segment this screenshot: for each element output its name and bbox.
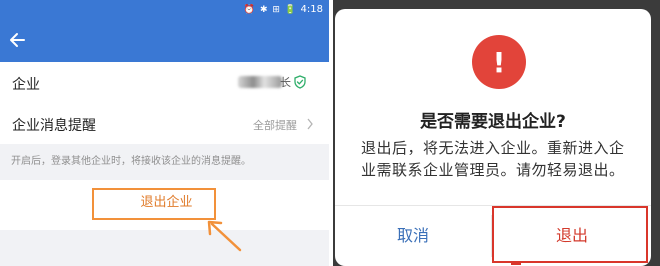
arrow-left-icon[interactable]: [8, 30, 28, 50]
left-phone-screen: ⏰ ✱ ⊞ 🔋 4:18 企业 长 企业消息提醒 全部提醒 开启后，登录其他企业…: [0, 0, 333, 266]
right-phone-screen: ! 是否需要退出企业? 退出后，将无法进入企业。重新进入企业需联系企业管理员。请…: [333, 0, 660, 266]
status-icons: ⏰ ✱ ⊞ 🔋: [243, 5, 297, 15]
blurred-enterprise-name: [238, 76, 282, 88]
status-time: 4:18: [300, 4, 323, 15]
dialog-title: 是否需要退出企业?: [420, 112, 566, 132]
reminder-hint: 开启后，登录其他企业时，将接收该企业的消息提醒。: [11, 156, 251, 167]
exclamation-icon: !: [472, 35, 526, 89]
chevron-right-icon: [307, 118, 313, 130]
message-reminder-row[interactable]: 企业消息提醒 全部提醒: [0, 103, 333, 144]
enterprise-label: 企业: [12, 77, 40, 93]
status-bar: ⏰ ✱ ⊞ 🔋 4:18: [0, 0, 333, 22]
message-reminder-label: 企业消息提醒: [12, 118, 96, 134]
dialog-message: 退出后，将无法进入企业。重新进入企业需联系企业管理员。请勿轻易退出。: [361, 139, 625, 179]
toolbar: [0, 22, 333, 62]
exclamation-symbol: !: [493, 46, 506, 79]
message-reminder-value: 全部提醒: [253, 119, 297, 132]
settings-card: 企业 长 企业消息提醒 全部提醒: [0, 62, 333, 144]
annotation-arrow-icon: [207, 220, 242, 252]
annotation-confirm-box: [492, 206, 648, 263]
enterprise-name-char: 长: [280, 76, 291, 89]
enterprise-row[interactable]: 企业 长: [0, 62, 333, 103]
annotation-highlight-box: [92, 188, 216, 220]
cancel-button[interactable]: 取消: [335, 206, 491, 266]
shield-check-icon: [294, 75, 306, 89]
exit-confirm-dialog: ! 是否需要退出企业? 退出后，将无法进入企业。重新进入企业需联系企业管理员。请…: [335, 9, 651, 266]
annotation-mark: [511, 262, 521, 265]
